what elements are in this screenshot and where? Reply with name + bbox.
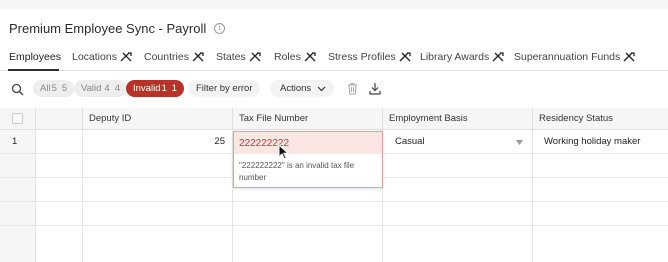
tab-superannuation-funds[interactable]: Superannuation Funds [514,51,635,63]
column-header-tax-file-number[interactable]: Tax File Number [233,108,383,130]
filter-invalid-count-badge: 1 [171,83,178,94]
filter-valid-count: 4 [104,83,110,94]
row-number [0,178,36,202]
sync-disabled-icon [623,52,635,62]
tab-countries[interactable]: Countries [144,51,204,63]
chevron-down-icon [317,86,326,91]
table-cell[interactable] [383,202,533,226]
table-cell[interactable] [36,226,83,262]
tab-label: Superannuation Funds [514,51,621,63]
sync-disabled-icon [399,52,411,62]
deputy-id-cell[interactable]: 25 [83,130,233,154]
sync-disabled-icon [120,52,132,62]
row-number-label: 1 [12,136,18,147]
filter-by-error-label: Filter by error [196,83,253,94]
filter-all-pill[interactable]: All 5 5 [33,80,75,97]
tab-label: Library Awards [420,51,490,63]
tab-stress-profiles[interactable]: Stress Profiles [328,51,411,63]
table-cell[interactable] [533,154,668,178]
table-cell[interactable] [383,154,533,178]
tab-states[interactable]: States [216,51,261,63]
invalid-cell-editor[interactable]: 222222222 "222222222" is an invalid tax … [233,131,383,188]
table-cell[interactable] [233,202,383,226]
table-cell[interactable] [83,226,233,262]
table-cell[interactable] [533,226,668,262]
actions-button[interactable]: Actions [270,80,335,97]
table-cell[interactable] [83,178,233,202]
column-header-residency-status[interactable]: Residency Status [533,108,668,130]
filter-invalid-label: Invalid [133,83,161,94]
filter-all-label: All [40,83,51,94]
tab-employees[interactable]: Employees [9,51,61,63]
filter-valid-label: Valid [81,83,102,94]
filter-all-count-badge: 5 [61,83,68,94]
filter-valid-pill[interactable]: Valid 4 4 [74,80,128,97]
column-header-employment-basis[interactable]: Employment Basis [383,108,533,130]
row-number [0,154,36,178]
table-cell[interactable] [36,178,83,202]
sync-disabled-icon [492,52,504,62]
employment-basis-value: Casual [395,136,425,147]
tab-label: States [216,51,246,63]
deputy-id-value: 25 [214,136,225,147]
tab-roles[interactable]: Roles [274,51,316,63]
page-title: Premium Employee Sync - Payroll [9,20,207,36]
tab-label: Locations [72,51,117,63]
active-tab-indicator [8,69,59,71]
sync-disabled-icon [192,52,204,62]
tab-label: Stress Profiles [328,51,396,63]
table-cell[interactable] [36,154,83,178]
mouse-cursor-icon [278,144,289,160]
table-cell[interactable] [83,202,233,226]
validation-error-tooltip: "222222222" is an invalid tax file numbe… [234,154,382,184]
validation-error-message: "222222222" is an invalid tax file numbe… [239,161,355,182]
table-cell[interactable] [83,154,233,178]
table-cell[interactable] [383,178,533,202]
table-cell[interactable] [36,202,83,226]
table-cell[interactable] [533,178,668,202]
blank-column-header [36,108,83,130]
tab-bar: Employees Locations Countries States Rol… [0,47,668,71]
filter-valid-count-badge: 4 [114,83,121,94]
select-all-checkbox[interactable] [12,113,23,124]
filter-invalid-pill[interactable]: Invalid 1 1 [126,80,185,97]
download-icon[interactable] [369,82,381,95]
tax-file-number-invalid-value[interactable]: 222222222 [234,132,382,154]
column-header-deputy-id[interactable]: Deputy ID [83,108,233,130]
table-cell[interactable] [383,226,533,262]
search-icon[interactable] [11,83,24,96]
top-bar [0,0,668,9]
select-all-header [0,108,36,130]
actions-label: Actions [280,83,312,94]
dropdown-arrow-icon[interactable] [516,140,523,145]
tab-label: Employees [9,51,61,63]
tab-locations[interactable]: Locations [72,51,132,63]
info-icon[interactable]: i [214,22,226,34]
row-number [0,226,36,262]
filter-by-error-button[interactable]: Filter by error [188,80,261,97]
table-cell[interactable] [533,202,668,226]
column-header-label: Deputy ID [89,113,132,124]
sync-disabled-icon [249,52,261,62]
tab-label: Roles [274,51,301,63]
residency-status-value: Working holiday maker [544,136,641,147]
tab-library-awards[interactable]: Library Awards [420,51,504,63]
tab-label: Countries [144,51,189,63]
table-cell[interactable] [233,226,383,262]
column-header-label: Residency Status [539,113,613,124]
row-number: 1 [0,130,36,154]
row-number [0,202,36,226]
residency-status-cell[interactable]: Working holiday maker [533,130,668,154]
trash-icon[interactable] [347,82,358,95]
column-header-label: Employment Basis [389,113,468,124]
page-header: Premium Employee Sync - Payroll i [9,19,226,37]
table-cell[interactable] [36,130,83,154]
toolbar: All 5 5 Valid 4 4 Invalid 1 1 Filter by … [0,77,668,101]
filter-invalid-count: 1 [161,83,167,94]
column-header-label: Tax File Number [239,113,309,124]
employment-basis-cell[interactable]: Casual [383,130,533,154]
sync-disabled-icon [304,52,316,62]
filter-all-count: 5 [51,83,57,94]
